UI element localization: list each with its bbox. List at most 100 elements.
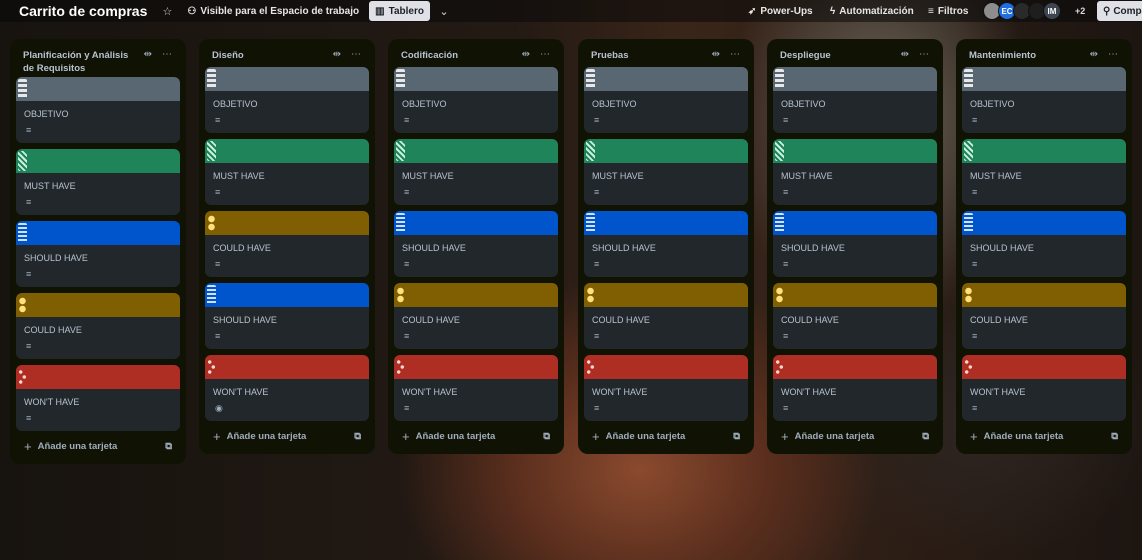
chevron-down-icon[interactable]: ⌄	[436, 3, 452, 19]
list-title[interactable]: Planificación y Análisis de Requisitos	[23, 47, 141, 75]
card-template-icon[interactable]: ⧉	[543, 431, 550, 442]
card[interactable]: SHOULD HAVE ≡	[962, 211, 1126, 277]
plus-icon: +	[24, 439, 32, 454]
add-card-button[interactable]: + Añade una tarjeta	[781, 429, 874, 444]
collapse-list-icon[interactable]: ⇹	[522, 49, 530, 60]
card[interactable]: WON'T HAVE ≡	[394, 355, 558, 421]
card-template-icon[interactable]: ⧉	[1111, 431, 1118, 442]
card-sticker-icon	[207, 213, 216, 233]
card[interactable]: COULD HAVE ≡	[773, 283, 937, 349]
card[interactable]: OBJETIVO ≡	[394, 67, 558, 133]
card[interactable]: SHOULD HAVE ≡	[584, 211, 748, 277]
card[interactable]: MUST HAVE ≡	[16, 149, 180, 215]
card-sticker-icon	[586, 69, 595, 89]
card[interactable]: WON'T HAVE ≡	[584, 355, 748, 421]
visibility-button[interactable]: ⚇ Visible para el Espacio de trabajo	[181, 1, 365, 21]
card-sticker-icon	[207, 357, 216, 377]
add-card-button[interactable]: + Añade una tarjeta	[24, 439, 117, 454]
card[interactable]: MUST HAVE ≡	[584, 139, 748, 205]
card[interactable]: MUST HAVE ≡	[962, 139, 1126, 205]
card[interactable]: SHOULD HAVE ≡	[394, 211, 558, 277]
card-sticker-icon	[18, 295, 27, 315]
description-icon: ≡	[404, 331, 410, 341]
card-template-icon[interactable]: ⧉	[354, 431, 361, 442]
description-icon: ≡	[404, 403, 410, 413]
list-column[interactable]: Despliegue ⇹ ⋯ OBJETIVO ≡ MUST HAVE ≡ SHOULD HA…	[767, 39, 943, 454]
card[interactable]: OBJETIVO ≡	[205, 67, 369, 133]
card-cover	[584, 67, 748, 91]
card[interactable]: COULD HAVE ≡	[962, 283, 1126, 349]
card[interactable]: MUST HAVE ≡	[394, 139, 558, 205]
add-card-button[interactable]: + Añade una tarjeta	[402, 429, 495, 444]
list-title[interactable]: Pruebas	[591, 47, 629, 62]
card-title: OBJETIVO	[592, 99, 637, 109]
view-tablero-button[interactable]: ▥ Tablero	[369, 1, 430, 21]
collapse-list-icon[interactable]: ⇹	[1090, 49, 1098, 60]
list-column[interactable]: Mantenimiento ⇹ ⋯ OBJETIVO ≡ MUST HAVE ≡ SHOULD…	[956, 39, 1132, 454]
card-list: OBJETIVO ≡ MUST HAVE ≡ SHOULD HAVE ≡ COULD HAV…	[584, 67, 748, 421]
card[interactable]: COULD HAVE ≡	[584, 283, 748, 349]
extra-members-count[interactable]: +2	[1075, 6, 1085, 16]
list-column[interactable]: Codificación ⇹ ⋯ OBJETIVO ≡ MUST HAVE ≡ SHOULD …	[388, 39, 564, 454]
card-title: MUST HAVE	[970, 171, 1022, 181]
card-template-icon[interactable]: ⧉	[165, 441, 172, 452]
card[interactable]: OBJETIVO ≡	[962, 67, 1126, 133]
description-icon: ≡	[26, 269, 32, 279]
card[interactable]: WON'T HAVE ≡	[16, 365, 180, 431]
list-column[interactable]: Planificación y Análisis de Requisitos ⇹ ⋯…	[10, 39, 186, 464]
card[interactable]: COULD HAVE ≡	[16, 293, 180, 359]
list-menu-icon[interactable]: ⋯	[919, 49, 929, 60]
plus-icon: +	[402, 429, 410, 444]
list-menu-icon[interactable]: ⋯	[540, 49, 550, 60]
card[interactable]: COULD HAVE ≡	[205, 211, 369, 277]
collapse-list-icon[interactable]: ⇹	[712, 49, 720, 60]
star-icon[interactable]: ☆	[159, 3, 175, 19]
board-title[interactable]: Carrito de compras	[19, 3, 147, 19]
card[interactable]: MUST HAVE ≡	[773, 139, 937, 205]
add-card-button[interactable]: + Añade una tarjeta	[970, 429, 1063, 444]
automation-button[interactable]: ϟ Automatización	[824, 1, 920, 21]
add-card-button[interactable]: + Añade una tarjeta	[592, 429, 685, 444]
card-cover	[394, 67, 558, 91]
member-avatar[interactable]: IM	[1043, 2, 1061, 20]
card[interactable]: WON'T HAVE ≡	[773, 355, 937, 421]
card-cover	[962, 67, 1126, 91]
list-menu-icon[interactable]: ⋯	[730, 49, 740, 60]
card[interactable]: SHOULD HAVE ≡	[773, 211, 937, 277]
card-sticker-icon	[18, 223, 27, 243]
card[interactable]: OBJETIVO ≡	[16, 77, 180, 143]
list-menu-icon[interactable]: ⋯	[1108, 49, 1118, 60]
filter-icon: ≡	[928, 5, 934, 17]
list-title[interactable]: Mantenimiento	[969, 47, 1036, 62]
card-sticker-icon	[207, 69, 216, 89]
list-column[interactable]: Pruebas ⇹ ⋯ OBJETIVO ≡ MUST HAVE ≡ SHOULD HAVE ≡…	[578, 39, 754, 454]
card-template-icon[interactable]: ⧉	[922, 431, 929, 442]
add-person-icon: ⚲	[1103, 5, 1111, 17]
card-template-icon[interactable]: ⧉	[733, 431, 740, 442]
card[interactable]: WON'T HAVE ≡	[962, 355, 1126, 421]
list-title[interactable]: Despliegue	[780, 47, 831, 62]
collapse-list-icon[interactable]: ⇹	[144, 49, 152, 60]
card[interactable]: SHOULD HAVE ≡	[205, 283, 369, 349]
card[interactable]: OBJETIVO ≡	[584, 67, 748, 133]
list-column[interactable]: Diseño ⇹ ⋯ OBJETIVO ≡ MUST HAVE ≡ COULD HAVE ≡ SH…	[199, 39, 375, 454]
card[interactable]: OBJETIVO ≡	[773, 67, 937, 133]
card[interactable]: SHOULD HAVE ≡	[16, 221, 180, 287]
people-icon: ⚇	[187, 5, 197, 17]
card-cover	[773, 67, 937, 91]
card[interactable]: MUST HAVE ≡	[205, 139, 369, 205]
collapse-list-icon[interactable]: ⇹	[333, 49, 341, 60]
list-menu-icon[interactable]: ⋯	[351, 49, 361, 60]
powerups-button[interactable]: ➶ Power-Ups	[742, 1, 819, 21]
collapse-list-icon[interactable]: ⇹	[901, 49, 909, 60]
filters-button[interactable]: ≡ Filtros	[922, 1, 974, 21]
list-title[interactable]: Diseño	[212, 47, 244, 62]
automation-label: Automatización	[839, 5, 914, 17]
card[interactable]: COULD HAVE ≡	[394, 283, 558, 349]
add-card-button[interactable]: + Añade una tarjeta	[213, 429, 306, 444]
list-title[interactable]: Codificación	[401, 47, 458, 62]
list-menu-icon[interactable]: ⋯	[162, 49, 172, 60]
share-button[interactable]: ⚲ Compartir	[1097, 1, 1142, 21]
card[interactable]: WON'T HAVE ◉	[205, 355, 369, 421]
rocket-icon: ➶	[748, 5, 757, 17]
